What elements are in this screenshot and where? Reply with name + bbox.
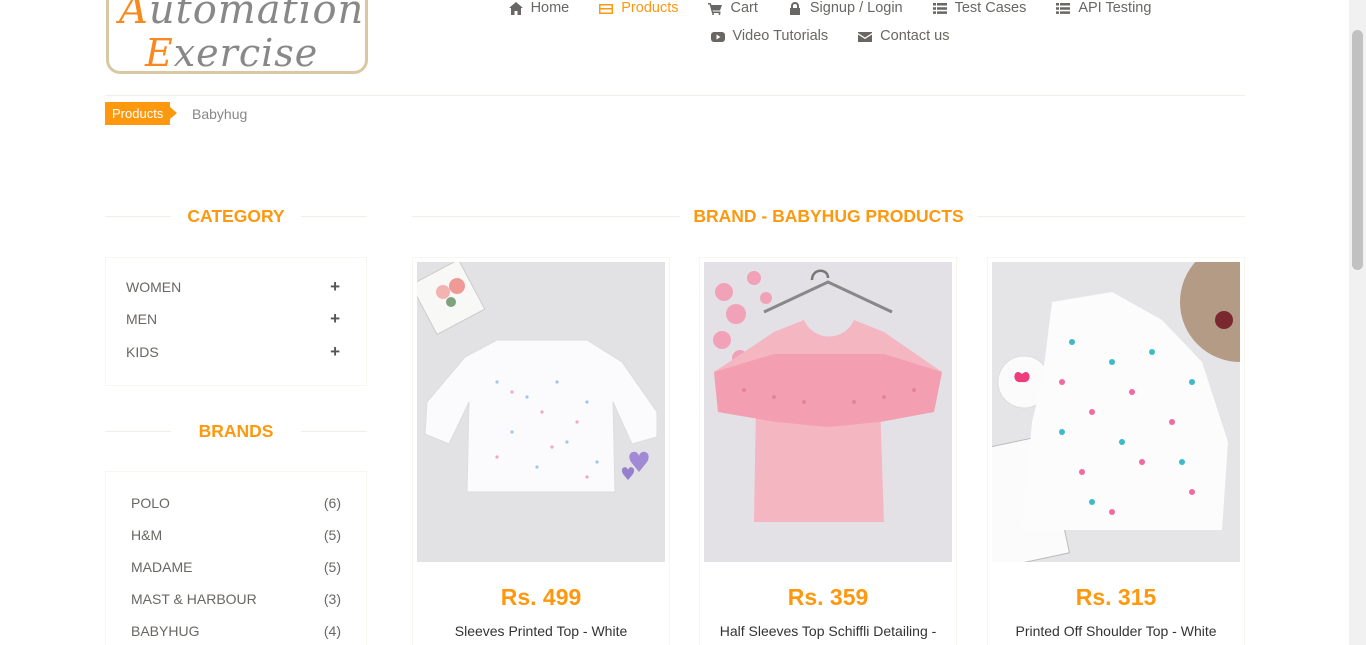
nav-api-testing-label: API Testing bbox=[1078, 0, 1152, 16]
brand-count: (3) bbox=[323, 591, 341, 607]
brand-count: (5) bbox=[323, 559, 341, 575]
scrollbar-thumb[interactable] bbox=[1352, 30, 1363, 270]
brand-hm[interactable]: H&M (5) bbox=[131, 527, 341, 545]
home-icon bbox=[508, 1, 523, 15]
plus-icon[interactable]: + bbox=[330, 278, 340, 295]
nav-video-label: Video Tutorials bbox=[732, 28, 829, 44]
logo-text-line2: Exercise bbox=[145, 31, 319, 74]
nav-home[interactable]: Home bbox=[508, 0, 570, 16]
main-nav: Home Products Cart Signup / Login Test C… bbox=[420, 0, 1240, 50]
brands-title-block: BRANDS bbox=[105, 421, 367, 442]
brands-title-line-right bbox=[301, 431, 367, 432]
category-women-label: Women bbox=[126, 279, 182, 295]
brand-name: MADAME bbox=[131, 559, 193, 575]
category-men-label: Men bbox=[126, 311, 158, 327]
category-title-line-right bbox=[301, 216, 367, 217]
product-image bbox=[704, 262, 952, 562]
product-card: Rs. 499 Sleeves Printed Top - White bbox=[412, 257, 670, 645]
category-title: CATEGORY bbox=[187, 206, 285, 226]
nav-test-cases[interactable]: Test Cases bbox=[932, 0, 1027, 16]
brand-madame[interactable]: MADAME (5) bbox=[131, 559, 341, 577]
brands-title-line-left bbox=[105, 431, 171, 432]
product-name: Half Sleeves Top Schiffli Detailing - Pi… bbox=[719, 623, 937, 645]
list-icon bbox=[932, 2, 947, 14]
product-card: Rs. 359 Half Sleeves Top Schiffli Detail… bbox=[699, 257, 957, 645]
brand-name: BABYHUG bbox=[131, 623, 200, 639]
product-name: Sleeves Printed Top - White bbox=[454, 623, 628, 639]
nav-signup-login[interactable]: Signup / Login bbox=[788, 0, 903, 16]
lock-icon bbox=[789, 1, 800, 15]
products-icon bbox=[599, 3, 614, 14]
youtube-icon bbox=[710, 31, 725, 42]
breadcrumb-products[interactable]: Products bbox=[105, 102, 178, 125]
brand-count: (6) bbox=[323, 495, 341, 511]
brands-panel: POLO (6) H&M (5) MADAME (5) MAST & HARBO… bbox=[105, 471, 367, 645]
nav-test-cases-label: Test Cases bbox=[954, 0, 1027, 16]
category-men[interactable]: Men + bbox=[126, 310, 346, 329]
products-title-line-left bbox=[412, 216, 680, 217]
product-name: Printed Off Shoulder Top - White bbox=[1015, 623, 1217, 639]
page-scrollbar[interactable] bbox=[1349, 0, 1366, 645]
brand-mast-harbour[interactable]: MAST & HARBOUR (3) bbox=[131, 591, 341, 609]
product-image bbox=[992, 262, 1240, 562]
category-kids-label: Kids bbox=[126, 344, 159, 360]
brand-babyhug[interactable]: BABYHUG (4) bbox=[131, 623, 341, 641]
product-price: Rs. 315 bbox=[1075, 584, 1157, 610]
brand-count: (4) bbox=[323, 623, 341, 639]
plus-icon[interactable]: + bbox=[330, 343, 340, 360]
product-price: Rs. 359 bbox=[787, 584, 869, 610]
brand-name: POLO bbox=[131, 495, 170, 511]
nav-cart[interactable]: Cart bbox=[708, 0, 758, 16]
products-title: BRAND - BABYHUG PRODUCTS bbox=[693, 206, 964, 226]
category-women[interactable]: Women + bbox=[126, 278, 346, 297]
header-divider bbox=[105, 95, 1245, 96]
nav-api-testing[interactable]: API Testing bbox=[1056, 0, 1151, 16]
brand-name: MAST & HARBOUR bbox=[131, 591, 257, 607]
brand-name: H&M bbox=[131, 527, 163, 543]
breadcrumb-current: Babyhug bbox=[192, 106, 248, 122]
nav-signup-label: Signup / Login bbox=[809, 0, 903, 16]
category-kids[interactable]: Kids + bbox=[126, 343, 346, 362]
nav-products-label: Products bbox=[621, 0, 679, 16]
nav-row-1: Home Products Cart Signup / Login Test C… bbox=[420, 0, 1240, 22]
nav-contact-us[interactable]: Contact us bbox=[858, 28, 949, 44]
nav-contact-label: Contact us bbox=[880, 28, 950, 44]
nav-products[interactable]: Products bbox=[599, 0, 678, 16]
cart-icon bbox=[708, 2, 723, 15]
envelope-icon bbox=[858, 31, 873, 42]
brand-count: (5) bbox=[323, 527, 341, 543]
plus-icon[interactable]: + bbox=[330, 310, 340, 327]
category-title-line-left bbox=[105, 216, 171, 217]
nav-cart-label: Cart bbox=[730, 0, 758, 16]
nav-row-2: Video Tutorials Contact us bbox=[420, 22, 1240, 50]
nav-home-label: Home bbox=[530, 0, 570, 16]
brands-title: BRANDS bbox=[198, 421, 274, 441]
product-image bbox=[417, 262, 665, 562]
logo-text-line1: Automation bbox=[119, 0, 365, 33]
products-title-block: BRAND - BABYHUG PRODUCTS bbox=[412, 206, 1245, 227]
product-card: Rs. 315 Printed Off Shoulder Top - White bbox=[987, 257, 1245, 645]
product-price: Rs. 499 bbox=[500, 584, 582, 610]
brand-polo[interactable]: POLO (6) bbox=[131, 495, 341, 513]
category-panel: Women + Men + Kids + bbox=[105, 257, 367, 386]
products-title-line-right bbox=[977, 216, 1245, 217]
list-icon bbox=[1056, 2, 1071, 14]
site-logo[interactable]: Automation Exercise bbox=[106, 0, 368, 74]
nav-video-tutorials[interactable]: Video Tutorials bbox=[710, 28, 829, 44]
category-title-block: CATEGORY bbox=[105, 206, 367, 227]
